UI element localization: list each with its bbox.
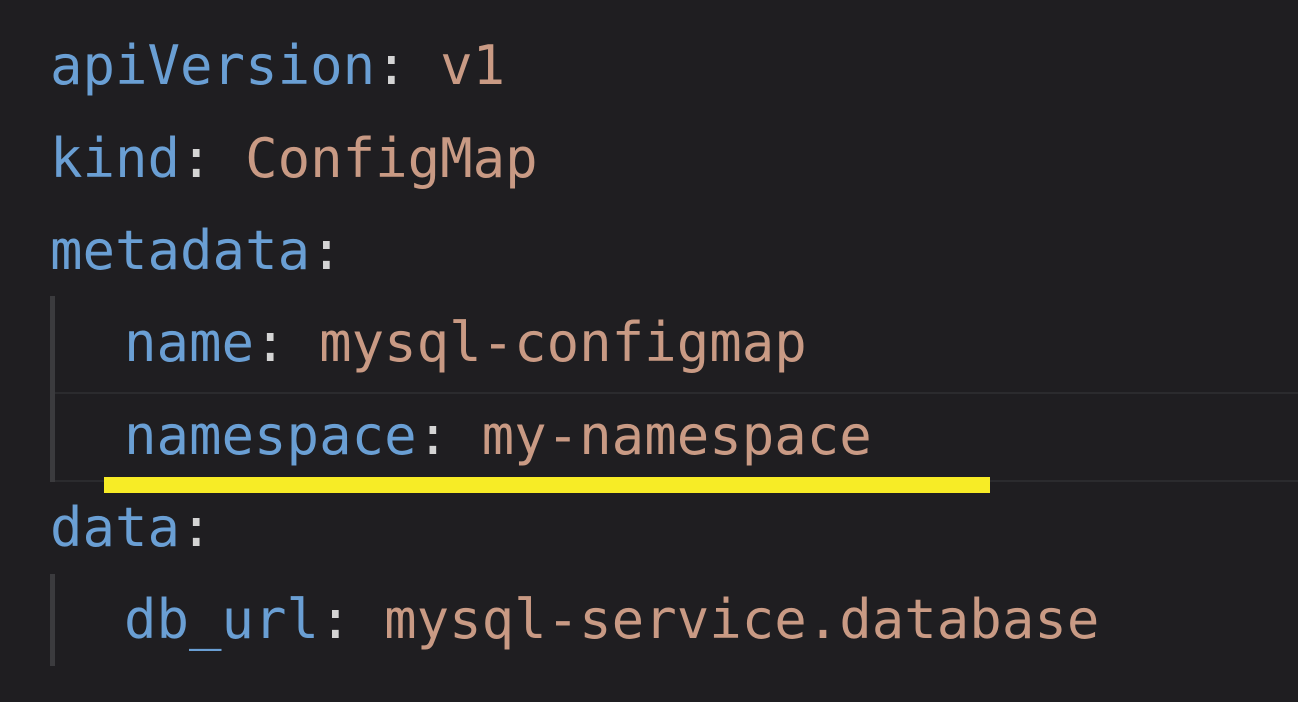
yaml-key: kind: [50, 127, 181, 190]
code-line-data[interactable]: data:: [0, 482, 213, 574]
yaml-value: ConfigMap: [245, 127, 538, 190]
yaml-value: my-namespace: [481, 404, 872, 467]
yaml-key: namespace: [124, 404, 417, 467]
yaml-colon: :: [416, 404, 450, 467]
yaml-key: data: [50, 496, 181, 559]
yaml-key: db_url: [124, 588, 320, 651]
yaml-value: mysql-service.database: [384, 588, 1100, 651]
yaml-key: apiVersion: [50, 34, 376, 97]
yaml-value: mysql-configmap: [319, 311, 807, 374]
code-line-apiversion[interactable]: apiVersion: v1: [0, 20, 505, 112]
yaml-key: name: [124, 311, 255, 374]
yaml-colon: :: [180, 496, 213, 559]
yaml-colon: :: [319, 588, 352, 651]
code-line-kind[interactable]: kind: ConfigMap: [0, 113, 538, 205]
yaml-colon: :: [180, 127, 213, 190]
yaml-colon: :: [375, 34, 408, 97]
yaml-colon: :: [310, 219, 343, 282]
code-line-db-url[interactable]: db_url: mysql-service.database: [0, 574, 1099, 666]
code-line-metadata[interactable]: metadata:: [0, 205, 343, 297]
yaml-value: v1: [440, 34, 506, 97]
code-line-name[interactable]: name: mysql-configmap: [0, 297, 807, 389]
code-editor[interactable]: apiVersion: v1 kind: ConfigMap metadata:…: [0, 0, 1298, 702]
code-line-namespace[interactable]: namespace: my-namespace: [0, 390, 872, 482]
yaml-key: metadata: [50, 219, 311, 282]
namespace-highlight-underline: [104, 477, 990, 493]
yaml-colon: :: [254, 311, 287, 374]
